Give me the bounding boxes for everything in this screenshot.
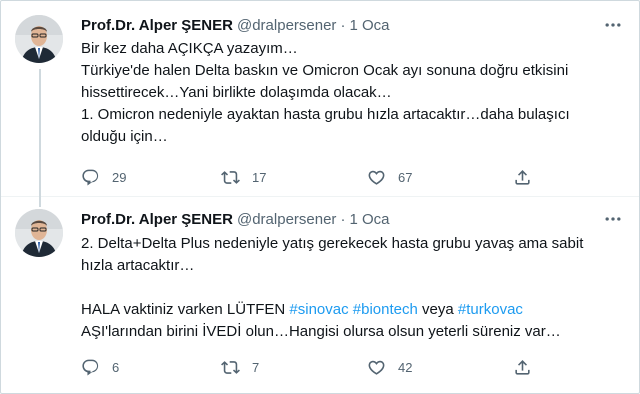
heart-icon [368, 170, 385, 185]
share-icon [515, 359, 530, 375]
tweet-header: Prof.Dr. Alper ŞENER @dralpersener · 1 O… [81, 15, 389, 35]
avatar-image [15, 15, 63, 63]
tweet[interactable]: Prof.Dr. Alper ŞENER @dralpersener · 1 O… [1, 197, 639, 393]
separator-dot: · [340, 210, 346, 228]
tweet-actions: 6 7 42 [81, 357, 531, 377]
reply-count: 29 [112, 169, 127, 185]
more-options-button[interactable] [601, 209, 625, 229]
tweet-text-line: olduğu için… [81, 128, 168, 145]
share-button[interactable] [513, 167, 532, 187]
tweet-text-line: Bir kez daha AÇIKÇA yazayım… [81, 40, 298, 57]
like-button[interactable]: 67 [367, 167, 412, 187]
separator-dot: · [340, 16, 346, 34]
reply-icon [82, 169, 99, 185]
avatar[interactable] [15, 15, 63, 63]
tweet-timestamp[interactable]: 1 Oca [349, 211, 389, 228]
share-button[interactable] [513, 357, 532, 377]
tweet-timestamp[interactable]: 1 Oca [349, 17, 389, 34]
avatar-image [15, 209, 63, 257]
retweet-button[interactable]: 17 [221, 167, 266, 187]
hashtag-link[interactable]: #turkovac [458, 301, 523, 318]
like-count: 67 [398, 169, 413, 185]
tweet-text: 2. Delta+Delta Plus nedeniyle yatış gere… [81, 233, 629, 343]
retweet-icon [221, 360, 240, 374]
like-count: 42 [398, 359, 413, 375]
tweet-text-line: 1. Omicron nedeniyle ayaktan hasta grubu… [81, 106, 570, 123]
tweet-text: Bir kez daha AÇIKÇA yazayım… Türkiye'de … [81, 38, 629, 148]
tweet-text-line: hissettirecek…Yani birlikte dolaşımda ol… [81, 84, 392, 101]
tweet-text-line: hızla artacaktır… [81, 257, 195, 274]
more-options-button[interactable] [601, 15, 625, 35]
reply-button[interactable]: 29 [81, 167, 126, 187]
thread-connector-line [39, 69, 41, 197]
retweet-count: 17 [252, 169, 267, 185]
thread-connector-line [39, 197, 41, 207]
tweet-text-line: AŞI'larından birini İVEDİ olun…Hangisi o… [81, 323, 561, 340]
retweet-count: 7 [252, 359, 260, 375]
author-handle[interactable]: @dralpersener [237, 211, 336, 228]
tweet-thread: Prof.Dr. Alper ŞENER @dralpersener · 1 O… [0, 0, 640, 394]
tweet-actions: 29 17 67 [81, 167, 531, 187]
tweet-text-line: 2. Delta+Delta Plus nedeniyle yatış gere… [81, 235, 584, 252]
reply-icon [82, 359, 99, 375]
reply-button[interactable]: 6 [81, 357, 119, 377]
hashtag-line-middle: veya [417, 301, 458, 318]
tweet[interactable]: Prof.Dr. Alper ŞENER @dralpersener · 1 O… [1, 1, 639, 197]
heart-icon [368, 360, 385, 375]
tweet-text-line: Türkiye'de halen Delta baskın ve Omicron… [81, 62, 569, 79]
hashtag-link[interactable]: #sinovac [289, 301, 348, 318]
hashtag-link[interactable]: #biontech [353, 301, 418, 318]
hashtag-line-prefix: HALA vaktiniz varken LÜTFEN [81, 301, 290, 318]
author-name[interactable]: Prof.Dr. Alper ŞENER [81, 211, 233, 228]
retweet-button[interactable]: 7 [221, 357, 259, 377]
reply-count: 6 [112, 359, 120, 375]
author-handle[interactable]: @dralpersener [237, 17, 336, 34]
share-icon [515, 169, 530, 185]
avatar[interactable] [15, 209, 63, 257]
like-button[interactable]: 42 [367, 357, 412, 377]
tweet-header: Prof.Dr. Alper ŞENER @dralpersener · 1 O… [81, 209, 389, 229]
retweet-icon [221, 170, 240, 184]
author-name[interactable]: Prof.Dr. Alper ŞENER [81, 17, 233, 34]
tweet-text-line-hashtags: HALA vaktiniz varken LÜTFEN #sinovac #bi… [81, 299, 629, 321]
more-icon [605, 23, 621, 27]
more-icon [605, 217, 621, 221]
